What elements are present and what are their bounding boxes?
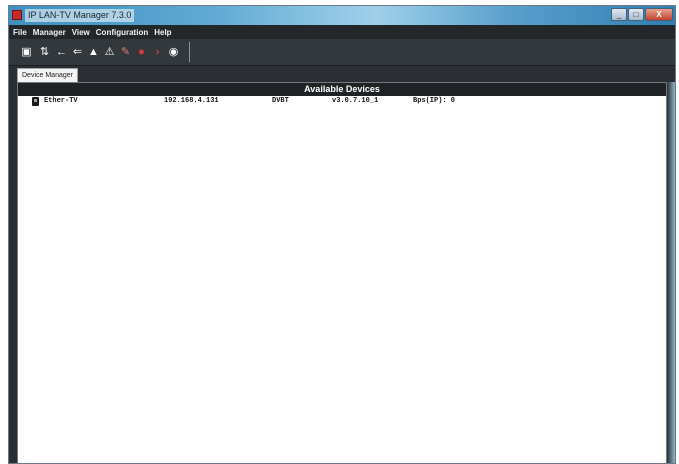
menu-bar: File Manager View Configuration Help: [9, 25, 675, 39]
menu-manager[interactable]: Manager: [33, 28, 66, 37]
plugin-icon[interactable]: ✎: [119, 44, 132, 60]
available-devices-header: Available Devices: [18, 83, 666, 96]
menu-file[interactable]: File: [13, 28, 27, 37]
minimize-button[interactable]: _: [611, 8, 627, 21]
window-controls: _ □ X: [611, 8, 673, 21]
device-bandwidth: Bps(IP): 0: [413, 97, 456, 105]
arrow-left-double-icon[interactable]: ⇐: [71, 44, 84, 60]
menu-view[interactable]: View: [72, 28, 90, 37]
device-ip: 192.168.4.131: [164, 97, 219, 105]
device-version: v3.0.7.10_1: [332, 97, 379, 105]
window-right-edge: [667, 82, 675, 463]
close-button[interactable]: X: [645, 8, 673, 21]
toolbar: ▣ ⇅ ← ⇐ ▲ ⚠ ✎ ● › ◉: [9, 39, 675, 66]
device-standard: DVBT: [272, 97, 289, 105]
title-bar[interactable]: IP LAN-TV Manager 7.3.0 _ □ X: [9, 6, 675, 25]
toolbar-separator: [189, 42, 190, 62]
record-icon[interactable]: ●: [135, 44, 148, 60]
network-icon[interactable]: ⇅: [37, 44, 52, 60]
device-icon: [32, 97, 39, 106]
warning-icon[interactable]: ⚠: [103, 44, 116, 60]
maximize-button[interactable]: □: [628, 8, 644, 21]
play-icon[interactable]: ›: [151, 44, 164, 60]
device-name: Ether-TV: [44, 97, 78, 105]
app-window: IP LAN-TV Manager 7.3.0 _ □ X File Manag…: [8, 5, 676, 464]
window-title: IP LAN-TV Manager 7.3.0: [25, 9, 135, 22]
available-devices-panel: Available Devices Ether-TV 192.168.4.131…: [17, 82, 667, 463]
arrow-left-icon[interactable]: ←: [55, 44, 68, 60]
eye-icon[interactable]: ◉: [167, 44, 180, 60]
device-manager-icon[interactable]: ▣: [19, 44, 34, 60]
tab-device-manager[interactable]: Device Manager: [17, 68, 78, 82]
menu-help[interactable]: Help: [154, 28, 171, 37]
device-row[interactable]: Ether-TV 192.168.4.131 DVBT v3.0.7.10_1 …: [18, 96, 666, 107]
upload-icon[interactable]: ▲: [87, 44, 100, 60]
menu-configuration[interactable]: Configuration: [96, 28, 148, 37]
tab-strip: Device Manager: [9, 66, 675, 82]
app-icon: [12, 10, 22, 20]
